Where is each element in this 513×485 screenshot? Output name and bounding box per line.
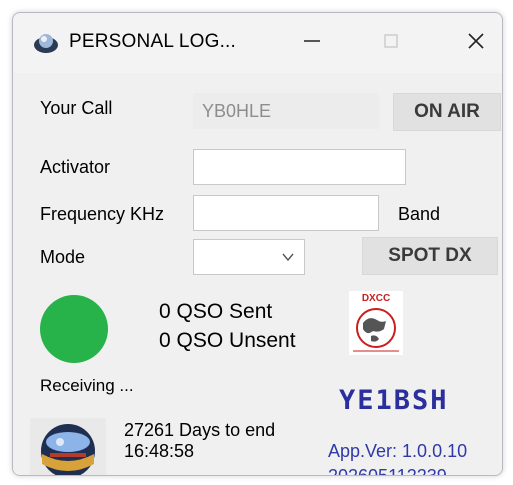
globe-icon [33,32,59,54]
activator-input[interactable] [193,149,406,185]
callsign-display: YE1BSH [339,385,449,416]
frequency-input[interactable] [193,195,379,231]
maximize-button[interactable] [368,23,414,63]
connection-status-indicator [40,295,108,363]
window-title: PERSONAL LOG... [69,31,237,52]
band-label: Band [398,204,441,224]
svg-text:DXCC: DXCC [362,293,390,304]
app-version: App.Ver: 1.0.0.10 [328,441,468,461]
receiving-status: Receiving ... [40,376,134,395]
dxcc-logo: DXCC [349,291,403,355]
your-call-field: YB0HLE [193,93,379,129]
title-bar[interactable]: PERSONAL LOG... [13,13,502,73]
main-panel: Your Call YB0HLE ON AIR Activator Freque… [13,73,502,475]
on-air-button[interactable]: ON AIR [393,93,501,131]
qso-sent-count: 0 QSO Sent [159,300,273,323]
app-window: PERSONAL LOG... Your Call YB0HLE ON AIR … [12,12,503,476]
mode-label: Mode [40,247,86,267]
station-logo [30,418,106,475]
activator-label: Activator [40,157,111,177]
close-icon [466,31,486,56]
qso-unsent-count: 0 QSO Unsent [159,329,296,352]
chevron-down-icon [282,250,294,268]
mode-select[interactable] [193,239,305,275]
close-button[interactable] [453,23,499,63]
your-call-label: Your Call [40,98,113,118]
minimize-icon [302,31,322,56]
frequency-label: Frequency KHz [40,204,165,224]
clock-time: 16:48:58 [124,441,195,461]
spot-dx-button[interactable]: SPOT DX [362,237,498,275]
maximize-icon [381,31,401,56]
days-to-end: 27261 Days to end [124,420,276,440]
minimize-button[interactable] [289,23,335,63]
build-number: 202605112239 [328,466,447,476]
